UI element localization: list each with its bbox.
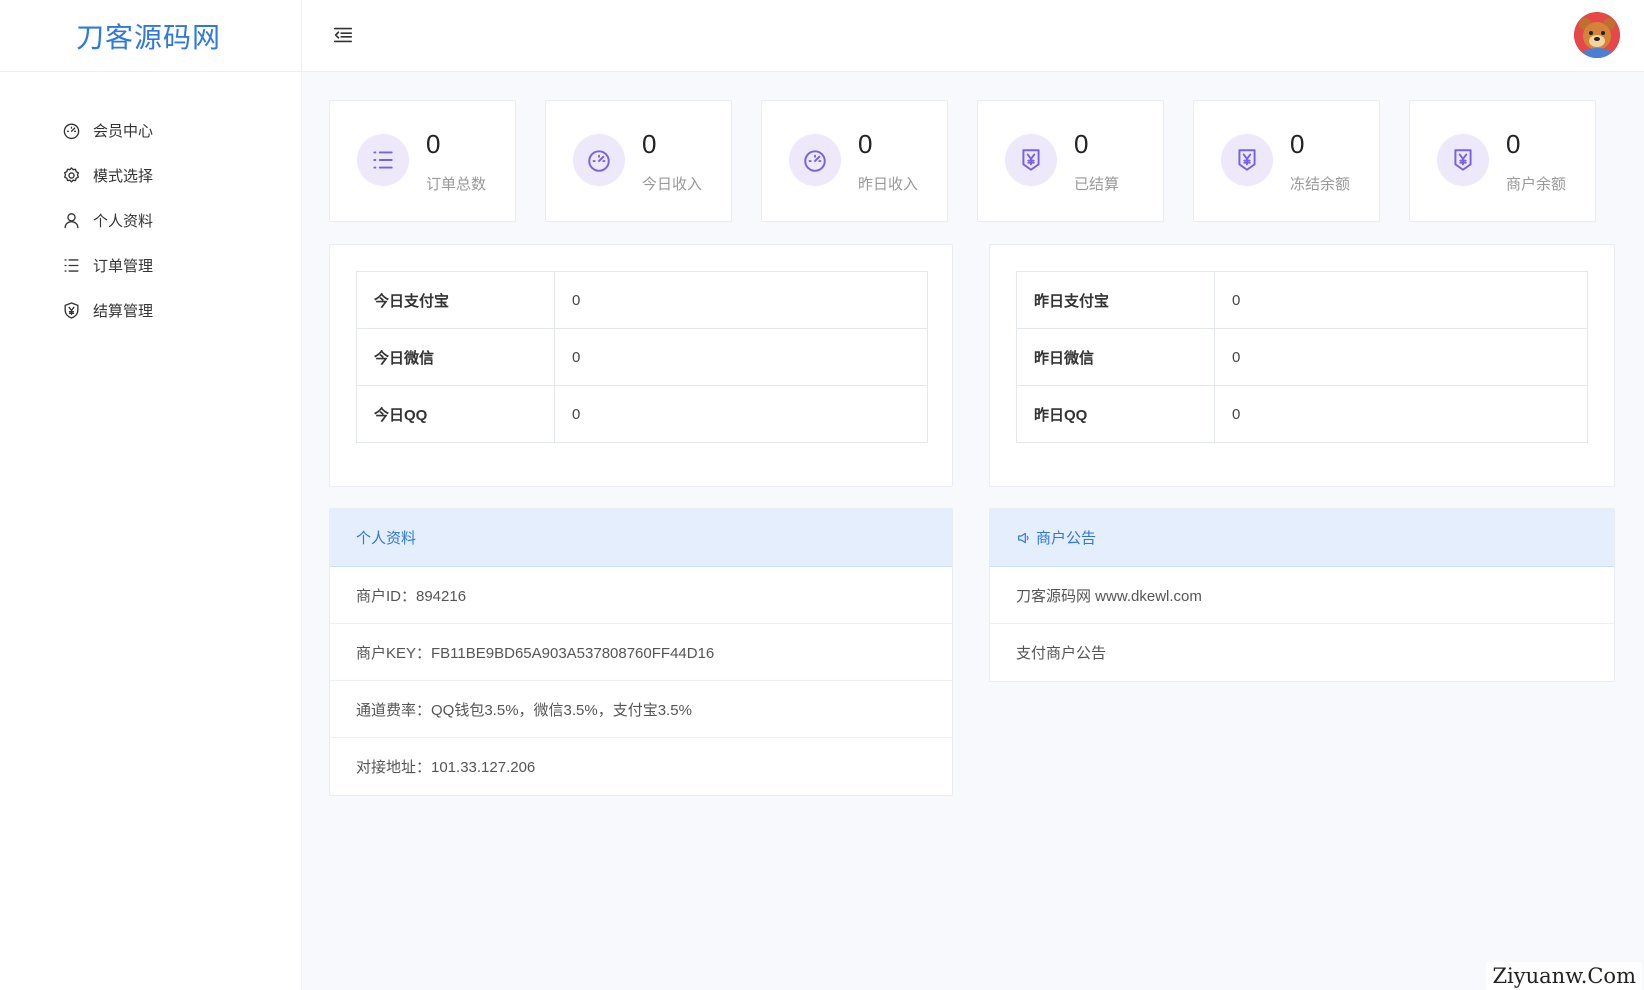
table-row: 今日微信 0: [356, 328, 928, 386]
sidebar-menu: 会员中心 模式选择 个人资料 订单管理 结算管理: [0, 72, 301, 333]
brand-logo[interactable]: 刀客源码网: [0, 0, 301, 72]
notice-card-header: 商户公告: [990, 509, 1614, 567]
list-icon: [357, 134, 409, 186]
stat-value: 0: [858, 129, 873, 159]
notice-item[interactable]: 支付商户公告: [990, 624, 1614, 681]
sidebar-item-settlement[interactable]: 结算管理: [0, 288, 301, 333]
yen-shield-icon: [1437, 134, 1489, 186]
stat-value: 0: [426, 129, 441, 159]
table-cell-value: 0: [1214, 328, 1588, 386]
notice-item[interactable]: 刀客源码网 www.dkewl.com: [990, 567, 1614, 624]
table-row: 昨日微信 0: [1016, 328, 1588, 386]
profile-card-header: 个人资料: [330, 509, 952, 567]
stat-label: 订单总数: [426, 176, 487, 193]
profile-card: 个人资料 商户ID：894216 商户KEY：FB11BE9BD65A903A5…: [329, 508, 953, 796]
sidebar-item-label: 模式选择: [93, 168, 154, 185]
yen-shield-icon: [1005, 134, 1057, 186]
dashboard-icon: [789, 134, 841, 186]
sidebar-item-orders[interactable]: 订单管理: [0, 243, 301, 288]
sidebar-item-label: 订单管理: [93, 258, 154, 275]
today-income-table: 今日支付宝 0 今日微信 0 今日QQ 0: [356, 271, 928, 443]
gear-icon: [60, 165, 82, 187]
dashboard-icon: [573, 134, 625, 186]
stat-label: 今日收入: [642, 176, 703, 193]
stat-card-yesterday-income: 0 昨日收入: [761, 100, 948, 222]
yen-shield-icon: [60, 300, 82, 322]
table-row: 今日支付宝 0: [356, 271, 928, 329]
stat-card-total-orders: 0 订单总数: [329, 100, 516, 222]
table-cell-key: 今日支付宝: [356, 271, 555, 329]
table-cell-value: 0: [554, 271, 928, 329]
list-icon: [60, 255, 82, 277]
table-cell-key: 今日微信: [356, 328, 555, 386]
watermark: Ziyuanw.Com: [1486, 962, 1642, 990]
stat-card-frozen-balance: 0 冻结余额: [1193, 100, 1380, 222]
table-row: 今日QQ 0: [356, 385, 928, 443]
table-row: 昨日支付宝 0: [1016, 271, 1588, 329]
merchant-id-row: 商户ID：894216: [330, 567, 952, 624]
avatar[interactable]: [1574, 12, 1620, 58]
sidebar-item-label: 个人资料: [93, 213, 154, 230]
table-cell-value: 0: [1214, 385, 1588, 443]
main-content: 0 订单总数 0 今日收入 0 昨日收入 0 已结算 0 冻结余额 0 商户余额: [302, 72, 1644, 990]
sidebar-item-mode-select[interactable]: 模式选择: [0, 153, 301, 198]
stat-label: 已结算: [1074, 176, 1120, 193]
sidebar-item-profile[interactable]: 个人资料: [0, 198, 301, 243]
notice-card: 商户公告 刀客源码网 www.dkewl.com 支付商户公告: [989, 508, 1615, 682]
sidebar-item-label: 会员中心: [93, 123, 154, 140]
stat-value: 0: [642, 129, 657, 159]
table-row: 昨日QQ 0: [1016, 385, 1588, 443]
user-icon: [60, 210, 82, 232]
stat-card-today-income: 0 今日收入: [545, 100, 732, 222]
profile-card-title: 个人资料: [356, 530, 417, 547]
notice-card-title: 商户公告: [1036, 530, 1097, 547]
speaker-icon: [1018, 532, 1029, 543]
table-cell-value: 0: [1214, 271, 1588, 329]
sidebar-item-label: 结算管理: [93, 303, 154, 320]
today-income-panel: 今日支付宝 0 今日微信 0 今日QQ 0: [329, 244, 953, 487]
dashboard-icon: [60, 120, 82, 142]
sidebar: 刀客源码网 会员中心 模式选择 个人资料 订单管理 结算管理: [0, 0, 302, 990]
menu-fold-icon[interactable]: [330, 22, 356, 48]
stat-card-merchant-balance: 0 商户余额: [1409, 100, 1596, 222]
yesterday-income-table: 昨日支付宝 0 昨日微信 0 昨日QQ 0: [1016, 271, 1588, 443]
table-cell-key: 昨日支付宝: [1016, 271, 1215, 329]
topbar: [302, 0, 1644, 72]
yesterday-income-panel: 昨日支付宝 0 昨日微信 0 昨日QQ 0: [989, 244, 1615, 487]
table-cell-key: 昨日微信: [1016, 328, 1215, 386]
table-cell-value: 0: [554, 385, 928, 443]
stat-label: 昨日收入: [858, 176, 919, 193]
sidebar-item-member-center[interactable]: 会员中心: [0, 108, 301, 153]
channel-rate-row: 通道费率：QQ钱包3.5%，微信3.5%，支付宝3.5%: [330, 681, 952, 738]
stat-value: 0: [1074, 129, 1089, 159]
merchant-key-row: 商户KEY：FB11BE9BD65A903A537808760FF44D16: [330, 624, 952, 681]
table-cell-value: 0: [554, 328, 928, 386]
table-cell-key: 昨日QQ: [1016, 385, 1215, 443]
stat-value: 0: [1506, 129, 1521, 159]
table-cell-key: 今日QQ: [356, 385, 555, 443]
yen-shield-icon: [1221, 134, 1273, 186]
stat-label: 冻结余额: [1290, 176, 1351, 193]
stat-card-settled: 0 已结算: [977, 100, 1164, 222]
api-address-row: 对接地址：101.33.127.206: [356, 759, 536, 776]
stat-label: 商户余额: [1506, 176, 1567, 193]
stat-value: 0: [1290, 129, 1305, 159]
